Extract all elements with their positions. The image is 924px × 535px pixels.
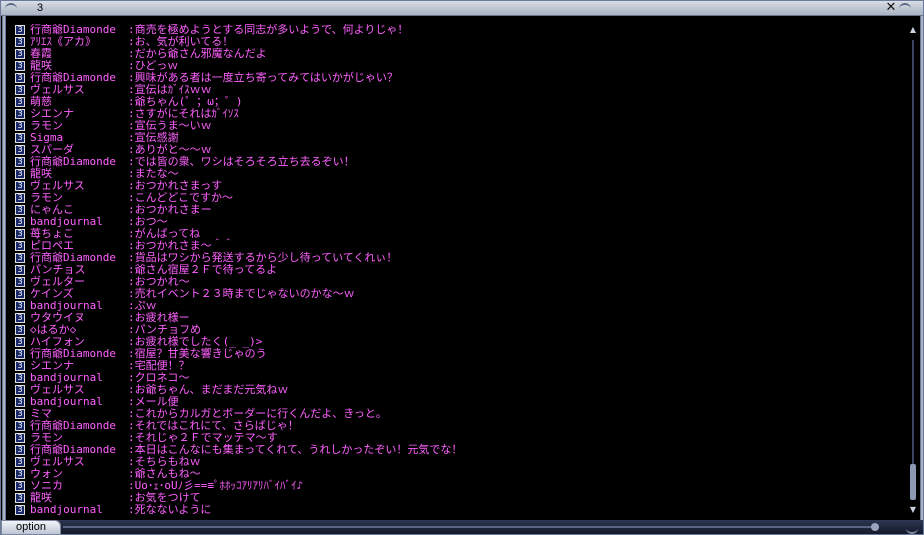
channel-icon: 3 [15, 193, 25, 203]
chat-log[interactable]: 3 行商爺Diamonde:商売を極めようとする同志が多いようで、何よりじゃ！ 3 ｱ… [15, 24, 905, 518]
chat-speaker[interactable]: bandjournal [30, 504, 103, 516]
channel-icon: 3 [15, 337, 25, 347]
channel-icon: 3 [15, 373, 25, 383]
channel-icon: 3 [15, 25, 25, 35]
channel-icon: 3 [15, 85, 25, 95]
scroll-track[interactable] [912, 40, 914, 500]
channel-icon: 3 [15, 349, 25, 359]
channel-icon: 3 [15, 109, 25, 119]
scroll-thumb[interactable] [910, 464, 916, 500]
horizontal-scroll-knob[interactable] [871, 523, 879, 531]
channel-icon: 3 [15, 97, 25, 107]
channel-icon: 3 [15, 133, 25, 143]
bottom-bar: option [1, 520, 923, 535]
channel-icon: 3 [15, 157, 25, 167]
channel-icon: 3 [15, 301, 25, 311]
channel-icon: 3 [15, 253, 25, 263]
channel-icon: 3 [15, 445, 25, 455]
title-bar[interactable]: 3 ✕ [1, 1, 923, 16]
chat-message: :死なないように [128, 503, 212, 516]
chat-message: :売れイベント２３時までじゃないのかな～ｗ [128, 287, 355, 300]
channel-icon: 3 [15, 145, 25, 155]
channel-icon: 3 [15, 313, 25, 323]
scroll-up-icon[interactable]: ▲ [907, 24, 919, 36]
chat-window: 3 ✕ 3 行商爺Diamonde:商売を極めようとする同志が多いようで、何よりじ… [0, 0, 924, 535]
channel-icon: 3 [15, 169, 25, 179]
channel-icon: 3 [15, 325, 25, 335]
channel-icon: 3 [15, 217, 25, 227]
corner-ornament [906, 522, 918, 534]
channel-icon: 3 [15, 265, 25, 275]
channel-icon: 3 [15, 205, 25, 215]
channel-icon: 3 [15, 241, 25, 251]
scroll-down-icon[interactable]: ▼ [907, 504, 919, 516]
option-tab[interactable]: option [1, 520, 61, 535]
frame-left [2, 16, 6, 521]
title-ornament-right [899, 3, 911, 14]
channel-icon: 3 [15, 385, 25, 395]
channel-icon: 3 [15, 121, 25, 131]
vertical-scrollbar[interactable]: ▲ ▼ [907, 24, 919, 516]
title-ornament-left [5, 3, 17, 14]
chat-line: 3 bandjournal :死なないように [15, 504, 905, 516]
channel-icon: 3 [15, 469, 25, 479]
channel-icon: 3 [15, 457, 25, 467]
channel-icon: 3 [15, 493, 25, 503]
channel-icon: 3 [15, 229, 25, 239]
channel-icon: 3 [15, 421, 25, 431]
channel-icon: 3 [15, 481, 25, 491]
channel-icon: 3 [15, 49, 25, 59]
channel-icon: 3 [15, 289, 25, 299]
window-title: 3 [37, 2, 44, 14]
frame-right [920, 16, 924, 521]
channel-icon: 3 [15, 277, 25, 287]
close-icon[interactable]: ✕ [884, 1, 898, 15]
horizontal-scrollbar[interactable] [63, 523, 879, 531]
channel-icon: 3 [15, 505, 25, 515]
channel-icon: 3 [15, 409, 25, 419]
channel-icon: 3 [15, 397, 25, 407]
channel-icon: 3 [15, 61, 25, 71]
channel-icon: 3 [15, 181, 25, 191]
channel-icon: 3 [15, 37, 25, 47]
channel-icon: 3 [15, 433, 25, 443]
channel-icon: 3 [15, 73, 25, 83]
channel-icon: 3 [15, 361, 25, 371]
